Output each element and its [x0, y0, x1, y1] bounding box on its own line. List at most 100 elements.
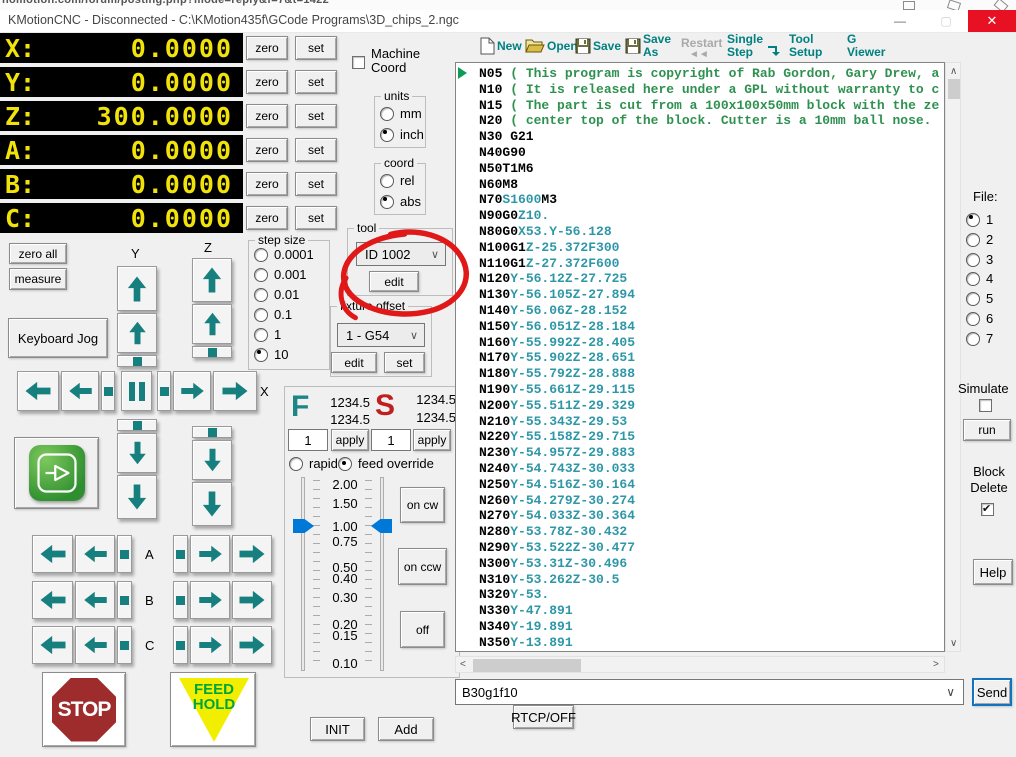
jog-x-minus-button[interactable]: [61, 371, 99, 411]
coord-radio-rel-circle[interactable]: [380, 174, 394, 188]
jog-y-minus-button[interactable]: [117, 433, 157, 473]
jog-b-minus-step-button[interactable]: [117, 581, 132, 619]
file-radio-7-circle[interactable]: [966, 332, 980, 346]
jog-y-plus-button[interactable]: [117, 313, 157, 353]
jog-x-plus-step-button[interactable]: [157, 371, 171, 411]
spindle-apply-button[interactable]: apply: [413, 429, 451, 451]
jog-c-minus-step-button[interactable]: [117, 626, 132, 664]
jog-b-plus-fast-button[interactable]: [232, 581, 272, 619]
jog-x-plus-button[interactable]: [173, 371, 211, 411]
step-size-radio-10[interactable]: 10: [254, 347, 288, 362]
zero-all-button[interactable]: zero all: [9, 243, 67, 264]
jog-a-plus-fast-button[interactable]: [232, 535, 272, 573]
toolbar-g-viewer-button[interactable]: G Viewer: [847, 33, 885, 59]
zero-y-button[interactable]: zero: [246, 70, 288, 94]
init-button[interactable]: INIT: [310, 717, 365, 741]
file-radio-4-circle[interactable]: [966, 272, 980, 286]
set-x-button[interactable]: set: [295, 36, 337, 60]
toolbar-single-step-button[interactable]: Single Step: [727, 33, 763, 59]
mdi-combo[interactable]: B30g1f10 ∨: [455, 679, 964, 705]
jog-x-minus-step-button[interactable]: [101, 371, 115, 411]
feed-override-slider[interactable]: [301, 477, 305, 671]
jog-b-minus-fast-button[interactable]: [32, 581, 73, 619]
jog-a-plus-step-button[interactable]: [173, 535, 188, 573]
stop-button[interactable]: STOP: [42, 672, 126, 747]
spindle-on-ccw-button[interactable]: on ccw: [398, 548, 447, 585]
jog-y-minus-fast-button[interactable]: [117, 475, 157, 519]
jog-x-minus-fast-button[interactable]: [17, 371, 59, 411]
jog-y-plus-fast-button[interactable]: [117, 266, 157, 311]
file-radio-4[interactable]: 4: [966, 271, 993, 286]
toolbar-new-button[interactable]: New: [497, 40, 522, 53]
step-size-radio-0.1[interactable]: 0.1: [254, 307, 292, 322]
jog-c-plus-button[interactable]: [190, 626, 230, 664]
file-radio-2-circle[interactable]: [966, 233, 980, 247]
feed-hold-button[interactable]: FEED HOLD: [170, 672, 256, 747]
file-radio-3[interactable]: 3: [966, 252, 993, 267]
jog-c-plus-step-button[interactable]: [173, 626, 188, 664]
run-button[interactable]: run: [963, 419, 1011, 441]
jog-x-plus-fast-button[interactable]: [213, 371, 257, 411]
send-button[interactable]: Send: [972, 678, 1012, 706]
scroll-right-icon[interactable]: >: [933, 660, 939, 670]
measure-button[interactable]: measure: [9, 268, 67, 290]
help-button[interactable]: Help: [973, 559, 1013, 585]
simulate-checkbox[interactable]: [979, 399, 992, 412]
rapid-radio-circle[interactable]: [289, 457, 303, 471]
jog-a-minus-step-button[interactable]: [117, 535, 132, 573]
jog-z-minus-fast-button[interactable]: [192, 482, 232, 526]
jog-z-plus-button[interactable]: [192, 304, 232, 344]
feed-override-radio-circle[interactable]: [338, 457, 352, 471]
file-radio-5[interactable]: 5: [966, 291, 993, 306]
file-radio-7[interactable]: 7: [966, 331, 993, 346]
jog-c-minus-button[interactable]: [75, 626, 115, 664]
zero-a-button[interactable]: zero: [246, 138, 288, 162]
units-radio-mm[interactable]: mm: [380, 106, 422, 121]
file-radio-2[interactable]: 2: [966, 232, 993, 247]
feedrate-input[interactable]: 1: [288, 429, 328, 451]
jog-c-plus-fast-button[interactable]: [232, 626, 272, 664]
gcode-hscrollbar[interactable]: < >: [455, 656, 945, 673]
scroll-up-icon[interactable]: ∧: [950, 67, 957, 77]
jog-y-plus-step-button[interactable]: [117, 355, 157, 367]
fixture-edit-button[interactable]: edit: [331, 352, 377, 373]
zero-z-button[interactable]: zero: [246, 104, 288, 128]
toolbar-save-button[interactable]: Save: [593, 40, 621, 53]
add-button[interactable]: Add: [378, 717, 434, 741]
file-radio-6[interactable]: 6: [966, 311, 993, 326]
units-radio-inch[interactable]: inch: [380, 127, 424, 142]
units-radio-mm-circle[interactable]: [380, 107, 394, 121]
spindle-override-slider[interactable]: [380, 477, 384, 671]
feedrate-apply-button[interactable]: apply: [331, 429, 369, 451]
coord-radio-rel[interactable]: rel: [380, 173, 414, 188]
file-radio-1-circle[interactable]: [966, 213, 980, 227]
zero-b-button[interactable]: zero: [246, 172, 288, 196]
step-size-radio-0.01-circle[interactable]: [254, 288, 268, 302]
jog-b-plus-button[interactable]: [190, 581, 230, 619]
zero-x-button[interactable]: zero: [246, 36, 288, 60]
scroll-down-icon[interactable]: ∨: [950, 639, 957, 649]
step-size-radio-0.01[interactable]: 0.01: [254, 287, 299, 302]
step-size-radio-0.1-circle[interactable]: [254, 308, 268, 322]
chevron-down-icon[interactable]: ∨: [946, 685, 955, 699]
keyboard-jog-button[interactable]: Keyboard Jog: [8, 318, 108, 358]
file-radio-6-circle[interactable]: [966, 312, 980, 326]
step-size-radio-10-circle[interactable]: [254, 348, 268, 362]
gcode-vscrollbar[interactable]: ∧ ∨: [945, 62, 961, 652]
jog-pause-button[interactable]: [121, 371, 152, 411]
block-delete-checkbox[interactable]: [981, 503, 994, 516]
toolbar-open-button[interactable]: Open: [547, 40, 578, 53]
spindle-on-cw-button[interactable]: on cw: [400, 487, 445, 523]
file-radio-3-circle[interactable]: [966, 253, 980, 267]
coord-radio-abs[interactable]: abs: [380, 194, 421, 209]
jog-a-plus-button[interactable]: [190, 535, 230, 573]
file-radio-1[interactable]: 1: [966, 212, 993, 227]
zero-c-button[interactable]: zero: [246, 206, 288, 230]
set-a-button[interactable]: set: [295, 138, 337, 162]
step-size-radio-0.001[interactable]: 0.001: [254, 267, 307, 282]
feed-override-radio[interactable]: feed override: [338, 456, 434, 471]
set-y-button[interactable]: set: [295, 70, 337, 94]
jog-c-minus-fast-button[interactable]: [32, 626, 73, 664]
rapid-radio[interactable]: rapid: [289, 456, 338, 471]
cycle-start-button[interactable]: [14, 437, 99, 509]
